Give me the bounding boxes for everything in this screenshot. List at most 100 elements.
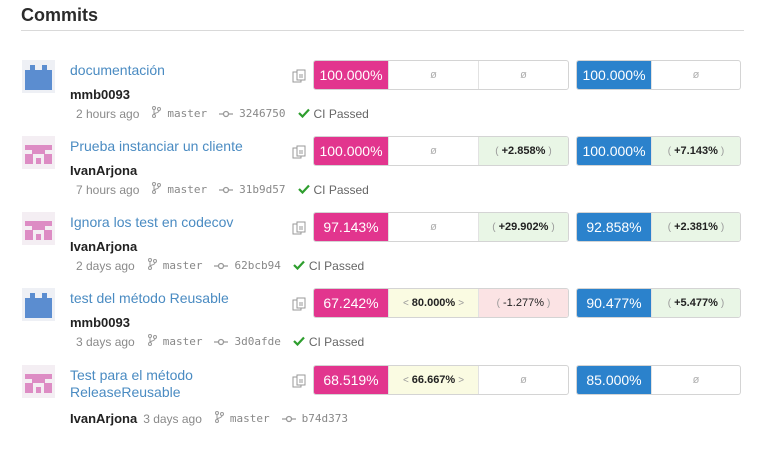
commit-meta: 2 hours ago master 3246750 CI Passed bbox=[76, 106, 369, 121]
commit-icon bbox=[219, 107, 234, 121]
branch-icon bbox=[147, 258, 157, 273]
copy-icon[interactable] bbox=[292, 297, 306, 311]
coverage-change: (+29.902%) bbox=[478, 213, 568, 241]
commit-icon bbox=[214, 335, 229, 349]
branch-name[interactable]: master bbox=[167, 183, 207, 196]
coverage-group-secondary: 100.000% (+7.143%) bbox=[576, 136, 741, 166]
coverage-patch: <80.000% > bbox=[388, 289, 478, 317]
commit-row: documentación mmb0093 2 hours ago master… bbox=[0, 60, 760, 134]
branch-name[interactable]: master bbox=[163, 259, 203, 272]
commit-row: test del método Reusable mmb0093 3 days … bbox=[0, 288, 760, 362]
coverage-total[interactable]: 100.000% bbox=[314, 137, 388, 165]
coverage-change-secondary: (+7.143%) bbox=[651, 137, 740, 165]
ci-status: CI Passed bbox=[313, 106, 369, 121]
branch-name[interactable]: master bbox=[163, 335, 203, 348]
branch-icon bbox=[151, 106, 162, 121]
coverage-total-secondary[interactable]: 85.000% bbox=[577, 366, 651, 394]
coverage-total-secondary[interactable]: 100.000% bbox=[577, 137, 651, 165]
commit-meta: 2 days ago master 62bcb94 CI Passed bbox=[76, 258, 364, 273]
commit-meta: 7 hours ago master 31b9d57 CI Passed bbox=[76, 182, 369, 197]
coverage-change-secondary: (+2.381%) bbox=[651, 213, 740, 241]
coverage-change: (-1.277%) bbox=[478, 289, 568, 317]
commit-row: Ignora los test en codecov IvanArjona 2 … bbox=[0, 212, 760, 286]
coverage-group-secondary: 92.858% (+2.381%) bbox=[576, 212, 741, 242]
copy-icon[interactable] bbox=[292, 69, 306, 83]
coverage-patch: <66.667% > bbox=[388, 366, 478, 394]
coverage-change: ø bbox=[478, 366, 568, 394]
commit-icon bbox=[281, 412, 296, 426]
commit-title-link[interactable]: Test para el método ReleaseReusable bbox=[70, 367, 285, 401]
coverage-total[interactable]: 100.000% bbox=[314, 61, 388, 89]
branch-icon bbox=[151, 182, 162, 197]
commit-meta: 3 days ago master 3d0afde CI Passed bbox=[76, 334, 364, 349]
avatar[interactable] bbox=[22, 136, 55, 169]
commit-time: 2 hours ago bbox=[76, 106, 140, 121]
avatar[interactable] bbox=[22, 288, 55, 321]
coverage-total[interactable]: 97.143% bbox=[314, 213, 388, 241]
ci-status: CI Passed bbox=[313, 182, 369, 197]
coverage-patch: ø bbox=[388, 61, 478, 89]
commit-title-link[interactable]: documentación bbox=[70, 62, 285, 79]
coverage-change-secondary: (+5.477%) bbox=[651, 289, 740, 317]
coverage-change: (+2.858%) bbox=[478, 137, 568, 165]
copy-icon[interactable] bbox=[292, 221, 306, 235]
branch-name[interactable]: master bbox=[230, 412, 270, 425]
commit-time: 2 days ago bbox=[76, 258, 135, 273]
commit-hash[interactable]: b74d373 bbox=[302, 412, 348, 425]
branch-icon bbox=[147, 334, 157, 349]
commit-icon bbox=[214, 259, 229, 273]
commit-meta: IvanArjona 3 days ago master b74d373 bbox=[70, 411, 348, 426]
commit-author[interactable]: IvanArjona bbox=[70, 411, 137, 426]
commit-hash[interactable]: 62bcb94 bbox=[234, 259, 280, 272]
avatar[interactable] bbox=[22, 60, 55, 93]
commit-author[interactable]: mmb0093 bbox=[70, 315, 130, 330]
check-icon bbox=[293, 335, 305, 349]
coverage-change: ø bbox=[478, 61, 568, 89]
check-icon bbox=[293, 259, 305, 273]
heading-divider bbox=[21, 30, 744, 31]
ci-status: CI Passed bbox=[308, 334, 365, 349]
commit-hash[interactable]: 3246750 bbox=[239, 107, 285, 120]
check-icon bbox=[297, 183, 310, 197]
commit-row: Prueba instanciar un cliente IvanArjona … bbox=[0, 136, 760, 210]
coverage-change-secondary: ø bbox=[651, 366, 740, 394]
commit-title-link[interactable]: Prueba instanciar un cliente bbox=[70, 138, 285, 155]
coverage-group: 100.000% ø (+2.858%) bbox=[313, 136, 569, 166]
avatar[interactable] bbox=[22, 212, 55, 245]
avatar[interactable] bbox=[22, 365, 55, 398]
commit-title-link[interactable]: test del método Reusable bbox=[70, 290, 285, 307]
branch-icon bbox=[214, 411, 224, 426]
ci-status: CI Passed bbox=[308, 258, 365, 273]
coverage-group: 100.000% ø ø bbox=[313, 60, 569, 90]
coverage-group-secondary: 90.477% (+5.477%) bbox=[576, 288, 741, 318]
commit-time: 3 days ago bbox=[76, 334, 135, 349]
coverage-total[interactable]: 68.519% bbox=[314, 366, 388, 394]
commit-hash[interactable]: 3d0afde bbox=[234, 335, 280, 348]
coverage-group: 97.143% ø (+29.902%) bbox=[313, 212, 569, 242]
commit-author[interactable]: mmb0093 bbox=[70, 87, 130, 102]
coverage-group: 68.519% <66.667% > ø bbox=[313, 365, 569, 395]
coverage-group-secondary: 85.000% ø bbox=[576, 365, 741, 395]
coverage-total-secondary[interactable]: 100.000% bbox=[577, 61, 651, 89]
copy-icon[interactable] bbox=[292, 374, 306, 388]
commit-author[interactable]: IvanArjona bbox=[70, 163, 137, 178]
commit-icon bbox=[219, 183, 234, 197]
commit-row: Test para el método ReleaseReusable Ivan… bbox=[0, 365, 760, 439]
coverage-total[interactable]: 67.242% bbox=[314, 289, 388, 317]
copy-icon[interactable] bbox=[292, 145, 306, 159]
commit-time: 3 days ago bbox=[143, 411, 202, 426]
commit-hash[interactable]: 31b9d57 bbox=[239, 183, 285, 196]
check-icon bbox=[297, 107, 310, 121]
coverage-change-secondary: ø bbox=[651, 61, 740, 89]
coverage-patch: ø bbox=[388, 213, 478, 241]
coverage-group-secondary: 100.000% ø bbox=[576, 60, 741, 90]
coverage-total-secondary[interactable]: 90.477% bbox=[577, 289, 651, 317]
coverage-group: 67.242% <80.000% > (-1.277%) bbox=[313, 288, 569, 318]
page-title: Commits bbox=[21, 5, 99, 25]
commit-author[interactable]: IvanArjona bbox=[70, 239, 137, 254]
coverage-patch: ø bbox=[388, 137, 478, 165]
branch-name[interactable]: master bbox=[167, 107, 207, 120]
commit-time: 7 hours ago bbox=[76, 182, 140, 197]
coverage-total-secondary[interactable]: 92.858% bbox=[577, 213, 651, 241]
commit-title-link[interactable]: Ignora los test en codecov bbox=[70, 214, 285, 231]
